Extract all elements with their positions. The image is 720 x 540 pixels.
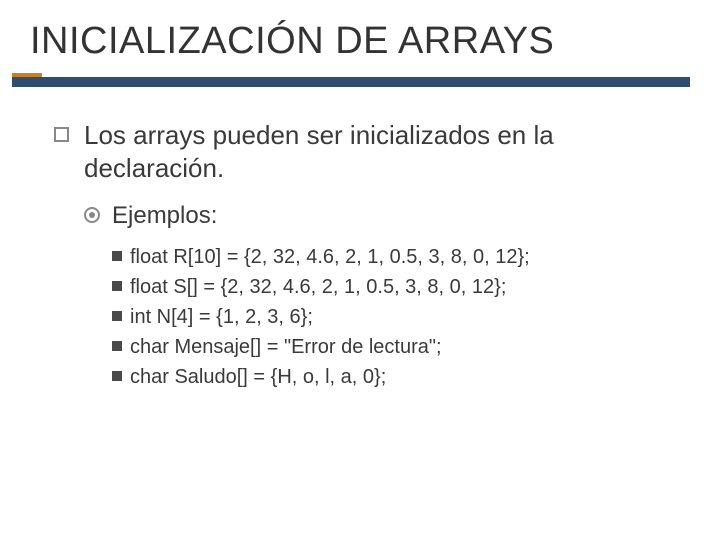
list-item: char Saludo[] = {H, o, l, a, 0};: [112, 362, 680, 392]
slide: INICIALIZACIÓN DE ARRAYS Los arrays pued…: [0, 0, 720, 540]
list-item: float S[] = {2, 32, 4.6, 2, 1, 0.5, 3, 8…: [112, 272, 680, 302]
list-item: int N[4] = {1, 2, 3, 6};: [112, 302, 680, 332]
content-area: Los arrays pueden ser inicializados en l…: [0, 87, 720, 392]
intro-text: Los arrays pueden ser inicializados en l…: [54, 119, 680, 184]
slide-title: INICIALIZACIÓN DE ARRAYS: [0, 0, 720, 73]
list-item: float R[10] = {2, 32, 4.6, 2, 1, 0.5, 3,…: [112, 242, 680, 272]
examples-list: float R[10] = {2, 32, 4.6, 2, 1, 0.5, 3,…: [112, 242, 680, 392]
examples-heading: Ejemplos:: [84, 202, 680, 230]
title-underline: [12, 77, 690, 87]
list-item: char Mensaje[] = "Error de lectura";: [112, 332, 680, 362]
